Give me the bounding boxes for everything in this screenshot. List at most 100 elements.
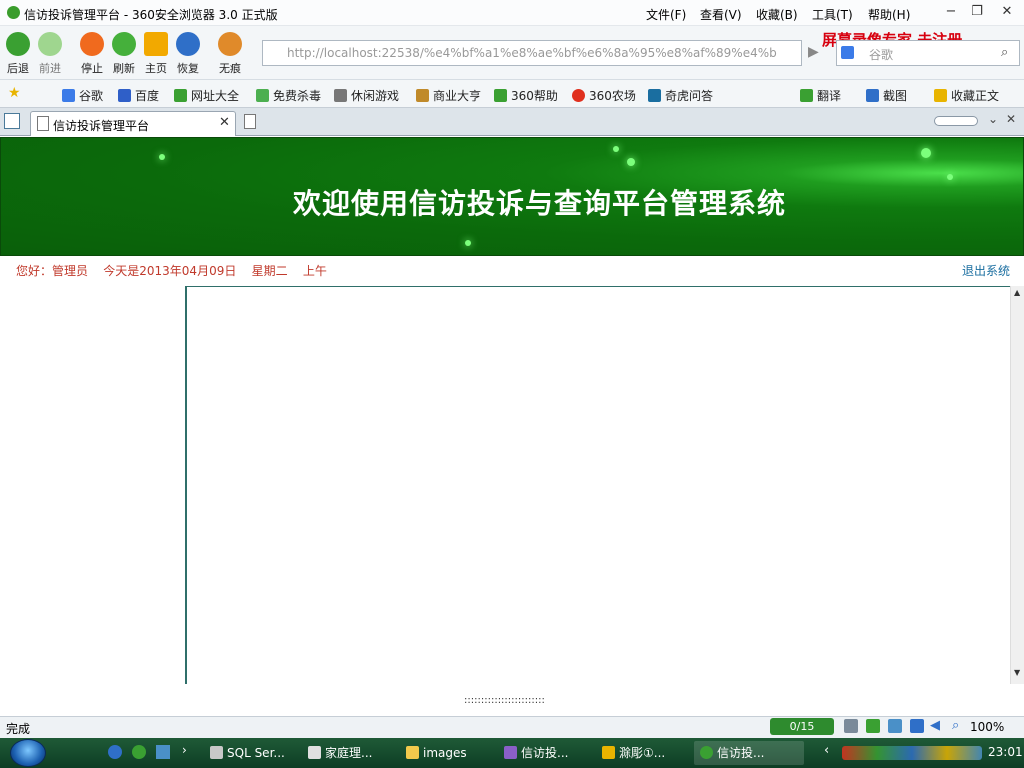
- incognito-label: 无痕: [219, 62, 241, 75]
- bookmark-antivirus[interactable]: 免费杀毒: [256, 87, 321, 104]
- close-tab-icon[interactable]: ✕: [219, 115, 230, 130]
- task-browser-active[interactable]: 信访投...: [694, 741, 804, 765]
- menu-help[interactable]: 帮助(H): [868, 6, 910, 23]
- baidu-icon: [118, 89, 131, 102]
- close-window-icon[interactable]: ✕: [998, 4, 1016, 20]
- menu-favorites[interactable]: 收藏(B): [756, 6, 798, 23]
- logout-link[interactable]: 退出系统: [962, 262, 1010, 279]
- incognito-button[interactable]: 无痕: [214, 30, 246, 76]
- bookmark-games[interactable]: 休闲游戏: [334, 87, 399, 104]
- undo-icon: [176, 32, 200, 56]
- task-home-finance[interactable]: 家庭理...: [302, 741, 394, 765]
- close-all-icon[interactable]: ✕: [1006, 112, 1016, 126]
- window-title: 信访投诉管理平台 - 360安全浏览器 3.0 正式版: [24, 8, 278, 22]
- forward-label: 前进: [39, 62, 61, 75]
- desktop-quicklaunch-icon[interactable]: [156, 745, 170, 759]
- bookmark-label: 休闲游戏: [351, 89, 400, 103]
- task-label: SQL Ser...: [227, 746, 285, 760]
- search-icon[interactable]: ⌕: [1001, 45, 1008, 60]
- tray-expand-icon[interactable]: ‹: [824, 743, 829, 758]
- page-icon: [37, 116, 49, 131]
- download-counter[interactable]: 0/15: [770, 718, 834, 735]
- tab-scroll-slider[interactable]: [934, 116, 978, 126]
- frame-splitter[interactable]: ::::::::::::::::::::::::: [464, 695, 545, 706]
- tab-active[interactable]: 信访投诉管理平台 ✕: [30, 111, 236, 136]
- zoom-level[interactable]: 100%: [970, 720, 1004, 734]
- bookmark-360-help[interactable]: 360帮助: [494, 87, 558, 104]
- paw-icon: [218, 32, 242, 56]
- status-text: 完成: [6, 722, 31, 736]
- welcome-text: 您好：管理员 今天是2013年04月09日 星期二 上午: [16, 264, 327, 278]
- back-arrow-icon: [6, 32, 30, 56]
- gamepad-icon: [334, 89, 347, 102]
- bookmark-qa[interactable]: 奇虎问答: [648, 87, 713, 104]
- bookmark-label: 免费杀毒: [273, 89, 322, 103]
- page-banner: 欢迎使用信访投诉与查询平台管理系统: [0, 137, 1024, 256]
- task-images-folder[interactable]: images: [400, 741, 492, 765]
- taskbar-clock: 23:01: [988, 745, 1023, 759]
- document-icon: [602, 746, 615, 759]
- address-bar[interactable]: http://localhost:22538/%e4%bf%a1%e8%ae%b…: [262, 40, 802, 66]
- menu-view[interactable]: 查看(V): [700, 6, 742, 23]
- bookmark-site-directory[interactable]: 网址大全: [174, 87, 239, 104]
- start-button[interactable]: [10, 739, 46, 767]
- tab-label: 信访投诉管理平台: [53, 119, 150, 133]
- forward-button[interactable]: 前进: [34, 30, 66, 76]
- screenshot-button[interactable]: 截图: [866, 87, 907, 104]
- ie-quicklaunch-icon[interactable]: [108, 745, 122, 759]
- address-url: http://localhost:22538/%e4%bf%a1%e8%ae%b…: [287, 46, 777, 60]
- task-sql-server[interactable]: SQL Ser...: [204, 741, 296, 765]
- menu-tools[interactable]: 工具(T): [812, 6, 853, 23]
- network-icon[interactable]: [888, 719, 902, 733]
- system-tray-icons[interactable]: [842, 746, 982, 760]
- bookmark-label: 商业大亨: [433, 89, 482, 103]
- window-titlebar: 信访投诉管理平台 - 360安全浏览器 3.0 正式版 文件(F) 查看(V) …: [0, 0, 1024, 26]
- task-label: 信访投...: [521, 746, 569, 760]
- sidebar-toggle-icon[interactable]: [4, 113, 20, 129]
- translate-icon: [800, 89, 813, 102]
- scroll-up-icon[interactable]: ▲: [1014, 288, 1020, 297]
- save-text-button[interactable]: 收藏正文: [934, 87, 999, 104]
- google-icon: [841, 46, 854, 59]
- bookmark-label: 谷歌: [79, 89, 104, 103]
- restore-icon[interactable]: ❐: [968, 4, 986, 20]
- content-frame: [185, 286, 1010, 684]
- bookmark-360-farm[interactable]: 360农场: [572, 87, 636, 104]
- home-icon: [144, 32, 168, 56]
- bookmark-business[interactable]: 商业大亨: [416, 87, 481, 104]
- translate-button[interactable]: 翻译: [800, 87, 841, 104]
- vertical-scrollbar[interactable]: ▲ ▼: [1010, 286, 1024, 684]
- search-box[interactable]: 谷歌 ⌕: [836, 40, 1020, 66]
- menu-file[interactable]: 文件(F): [646, 6, 686, 23]
- restore-tab-button[interactable]: 恢复: [172, 30, 204, 76]
- visual-studio-icon: [504, 746, 517, 759]
- stop-button[interactable]: 停止: [76, 30, 108, 76]
- ie-icon: [174, 89, 187, 102]
- security-icon[interactable]: [866, 719, 880, 733]
- new-tab-icon[interactable]: [244, 114, 256, 129]
- zoom-icon[interactable]: ⌕: [952, 718, 959, 733]
- refresh-icon: [112, 32, 136, 56]
- task-document[interactable]: 滁彫①...: [596, 741, 688, 765]
- flower-icon: [572, 89, 585, 102]
- back-button[interactable]: 后退: [2, 30, 34, 76]
- collect-icon: [934, 89, 947, 102]
- task-label: 滁彫①...: [619, 746, 666, 760]
- chevron-down-icon[interactable]: ⌄: [988, 112, 998, 126]
- bookmark-google[interactable]: 谷歌: [62, 87, 103, 104]
- minimize-icon[interactable]: −: [942, 4, 960, 20]
- bookmark-baidu[interactable]: 百度: [118, 87, 159, 104]
- download-icon[interactable]: [844, 719, 858, 733]
- scroll-down-icon[interactable]: ▼: [1014, 668, 1020, 677]
- volume-icon[interactable]: ◀: [930, 718, 940, 733]
- favorites-star-icon[interactable]: ★: [8, 85, 21, 101]
- refresh-button[interactable]: 刷新: [108, 30, 140, 76]
- 360-quicklaunch-icon[interactable]: [132, 745, 146, 759]
- window-icon[interactable]: [910, 719, 924, 733]
- quicklaunch-more-icon[interactable]: ›: [182, 743, 187, 757]
- qa-icon: [648, 89, 661, 102]
- home-button[interactable]: 主页: [140, 30, 172, 76]
- left-nav-frame: [0, 286, 185, 684]
- task-visual-studio[interactable]: 信访投...: [498, 741, 590, 765]
- stop-icon: [80, 32, 104, 56]
